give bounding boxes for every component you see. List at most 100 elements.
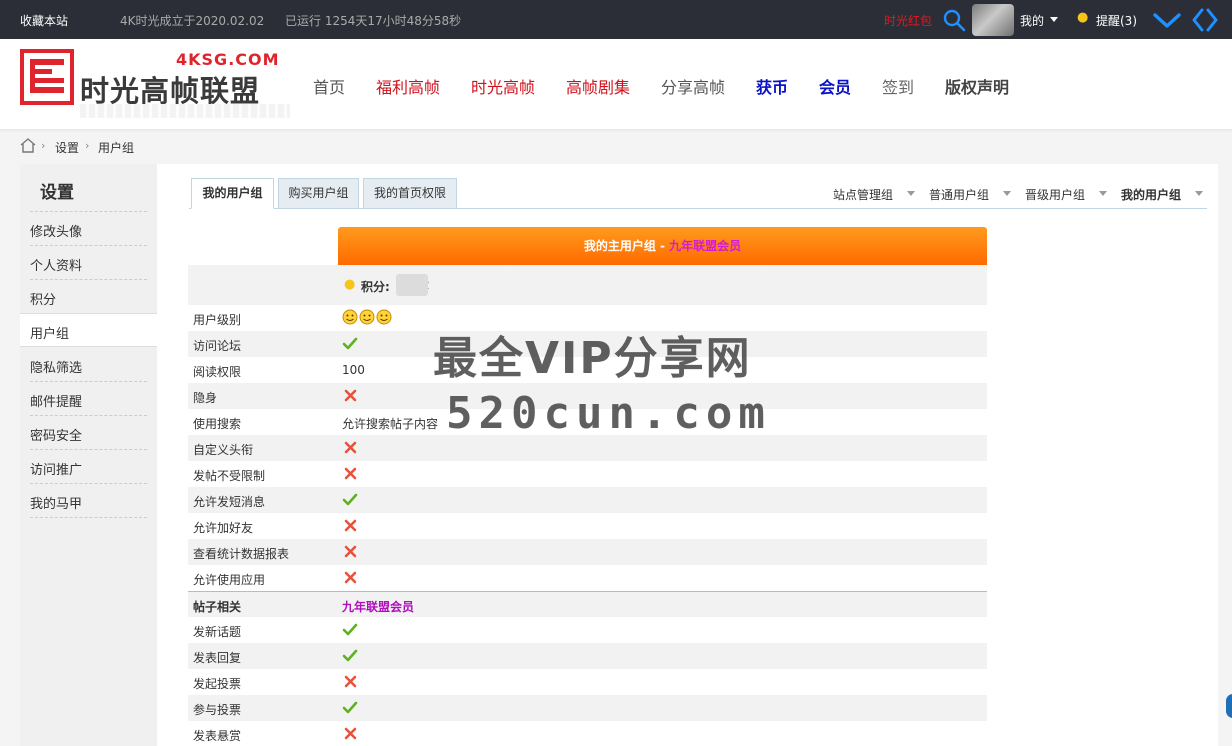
tab-my-groups[interactable]: 我的用户组 (191, 178, 274, 209)
nav-coins[interactable]: 获币 (756, 74, 788, 98)
chevron-right-icon: › (41, 139, 46, 152)
logo-domain: 4KSG.COM (176, 50, 280, 69)
nav-home[interactable]: 首页 (313, 74, 345, 98)
chevron-down-icon[interactable] (1099, 191, 1107, 196)
sidebar-item-label: 我的马甲 (30, 497, 83, 512)
row-label: 发新话题 (193, 625, 242, 639)
group-link-mine[interactable]: 我的用户组 (1121, 186, 1181, 203)
top-bar: 收藏本站 4K时光成立于2020.02.02 已运行 1254天17小时48分5… (0, 0, 1232, 39)
row-label: 发起投票 (193, 677, 242, 691)
row-label: 发表回复 (193, 651, 242, 665)
code-brackets-icon[interactable] (1191, 6, 1219, 34)
tab-home-permissions[interactable]: 我的首页权限 (363, 178, 457, 209)
site-header: 4KSG.COM 时光高帧联盟 首页 福利高帧 时光高帧 高帧剧集 分享高帧 获… (0, 39, 1232, 129)
sidebar-title: 设置 (40, 183, 74, 203)
nav-series[interactable]: 高帧剧集 (566, 74, 630, 98)
logo-icon[interactable] (20, 49, 74, 105)
chevron-down-icon[interactable] (1050, 17, 1058, 22)
group-link-admin[interactable]: 站点管理组 (833, 186, 893, 203)
sidebar-item-avatar[interactable]: 修改头像 (20, 212, 157, 246)
lightbulb-icon: ● (1077, 10, 1089, 25)
row-label: 帖子相关 (193, 600, 242, 614)
cross-icon (344, 389, 357, 402)
sidebar-item-label: 邮件提醒 (30, 395, 83, 410)
tab-buy-groups[interactable]: 购买用户组 (278, 178, 359, 209)
row-label: 使用搜索 (193, 417, 242, 431)
my-menu[interactable]: 我的 (1020, 12, 1044, 29)
sidebar-item-credits[interactable]: 积分 (20, 280, 157, 314)
table-row: 允许加好友 (188, 513, 987, 539)
nav-signin[interactable]: 签到 (882, 74, 914, 98)
cross-icon (344, 571, 357, 584)
group-link-normal[interactable]: 普通用户组 (929, 186, 989, 203)
nav-timelight[interactable]: 时光高帧 (471, 74, 535, 98)
avatar[interactable] (972, 4, 1014, 36)
score-blur (396, 274, 428, 296)
row-label: 参与投票 (193, 703, 242, 717)
row-label: 发帖不受限制 (193, 469, 266, 483)
search-icon[interactable] (942, 8, 966, 32)
check-icon (342, 337, 358, 350)
group-link-promote[interactable]: 晋级用户组 (1025, 186, 1085, 203)
group-header: 我的主用户组 - 九年联盟会员 (338, 227, 987, 265)
smiley-icon (359, 309, 375, 325)
side-float-button[interactable] (1226, 694, 1232, 718)
check-icon (342, 649, 358, 662)
established-text: 4K时光成立于2020.02.02 (120, 14, 265, 28)
cross-icon (344, 467, 357, 480)
row-label: 发表悬赏 (193, 729, 242, 743)
group-header-prefix: 我的主用户组 - (583, 239, 670, 253)
cross-icon (344, 675, 357, 688)
main-panel: 我的用户组 购买用户组 我的首页权限 站点管理组 普通用户组 晋级用户组 我的用… (157, 164, 1218, 746)
favorite-link[interactable]: 收藏本站 (20, 12, 68, 29)
settings-sidebar: 设置 修改头像 个人资料 积分 用户组 隐私筛选 邮件提醒 密码安全 访问推广 … (20, 164, 157, 746)
nav-share[interactable]: 分享高帧 (661, 74, 725, 98)
breadcrumb-settings[interactable]: 设置 (55, 139, 79, 156)
row-label: 允许加好友 (193, 521, 254, 535)
sidebar-item-label: 隐私筛选 (30, 361, 83, 376)
table-row: 参与投票 (188, 695, 987, 721)
nav-welfare[interactable]: 福利高帧 (376, 74, 440, 98)
sidebar-item-label: 修改头像 (30, 225, 83, 240)
watermark-title: 最全VIP分享网 (433, 333, 752, 384)
row-value: 100 (342, 363, 365, 377)
chevron-down-icon[interactable] (1152, 8, 1182, 32)
nav-vip[interactable]: 会员 (819, 74, 851, 98)
table-row: 发新话题 (188, 617, 987, 643)
reminders-link[interactable]: 提醒(3) (1096, 12, 1137, 29)
table-row: 查看统计数据报表 (188, 539, 987, 565)
row-label: 访问论坛 (193, 339, 242, 353)
cross-icon (344, 519, 357, 532)
row-label: 查看统计数据报表 (193, 547, 290, 561)
home-icon[interactable] (20, 137, 36, 153)
sidebar-item-usergroup[interactable]: 用户组 (20, 313, 157, 347)
chevron-down-icon[interactable] (907, 191, 915, 196)
table-row: 发表回复 (188, 643, 987, 669)
table-row: 允许使用应用 (188, 565, 987, 591)
sidebar-item-privacy[interactable]: 隐私筛选 (20, 348, 157, 382)
row-value: 允许搜索帖子内容 (342, 417, 439, 431)
row-label: 允许发短消息 (193, 495, 266, 509)
red-packet-link[interactable]: 时光红包 (884, 12, 932, 29)
chevron-down-icon[interactable] (1195, 191, 1203, 196)
sidebar-item-password[interactable]: 密码安全 (20, 416, 157, 450)
table-row: 发帖不受限制 (188, 461, 987, 487)
row-label: 阅读权限 (193, 365, 242, 379)
row-label: 用户级别 (193, 313, 242, 327)
smiley-icon (342, 309, 358, 325)
nav-copyright[interactable]: 版权声明 (945, 74, 1009, 98)
check-icon (342, 623, 358, 636)
cross-icon (344, 545, 357, 558)
sidebar-item-promotion[interactable]: 访问推广 (20, 450, 157, 484)
row-label: 允许使用应用 (193, 573, 266, 587)
chevron-right-icon: › (85, 139, 90, 152)
breadcrumb-usergroup[interactable]: 用户组 (98, 139, 134, 156)
sidebar-item-profile[interactable]: 个人资料 (20, 246, 157, 280)
sidebar-item-alias[interactable]: 我的马甲 (20, 484, 157, 518)
lightbulb-icon: ● (344, 277, 356, 292)
sidebar-item-label: 用户组 (30, 327, 70, 342)
chevron-down-icon[interactable] (1003, 191, 1011, 196)
sidebar-item-email[interactable]: 邮件提醒 (20, 382, 157, 416)
row-label: 隐身 (193, 391, 218, 405)
sidebar-item-label: 个人资料 (30, 259, 83, 274)
